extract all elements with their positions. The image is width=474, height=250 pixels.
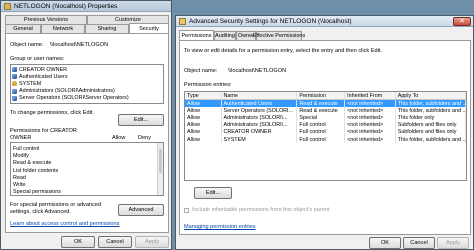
permission-row: Read <box>13 174 26 181</box>
user-item[interactable]: Server Operators (SOLORI\Server Operator… <box>11 95 163 102</box>
inherit-text: Include inheritable permissions from thi… <box>192 207 330 213</box>
user-item[interactable]: Authenticated Users <box>11 73 163 80</box>
adv-cancel-button[interactable]: Cancel <box>403 237 435 249</box>
tab-network[interactable]: Network <box>41 24 85 33</box>
folder-icon <box>4 2 11 10</box>
advanced-button[interactable]: Advanced <box>118 204 164 216</box>
permissions-list[interactable]: Full control Modify Read & execute List … <box>10 142 164 196</box>
permissions-panel: To view or edit details for a permission… <box>179 40 471 235</box>
properties-titlebar[interactable]: NETLOGON (\\localhost) Properties <box>1 1 171 12</box>
user-item[interactable]: SYSTEM <box>11 80 163 87</box>
properties-title: NETLOGON (\\localhost) Properties <box>14 2 118 10</box>
permissions-scrollbar[interactable] <box>157 143 163 195</box>
tab-permissions[interactable]: Permissions <box>179 30 214 40</box>
properties-window: NETLOGON (\\localhost) Properties Previo… <box>0 0 172 250</box>
permission-row: Write <box>13 182 26 189</box>
col-inherited-from[interactable]: Inherited From <box>345 92 396 99</box>
deny-header: Deny <box>138 135 152 141</box>
change-permissions-text: To change permissions, click Edit. <box>10 110 94 116</box>
group-icon <box>12 67 17 73</box>
permission-entries-table[interactable]: Type Name Permission Inherited From Appl… <box>184 91 467 181</box>
group-label: Group or user names: <box>10 56 65 62</box>
learn-link[interactable]: Learn about access control and permissio… <box>10 221 119 227</box>
adv-edit-button[interactable]: Edit... <box>194 187 232 199</box>
advanced-window: Advanced Security Settings for NETLOGON … <box>175 15 474 250</box>
ok-button[interactable]: OK <box>61 236 95 248</box>
manage-link[interactable]: Managing permission entries <box>184 224 256 230</box>
tab-sharing[interactable]: Sharing <box>85 24 129 33</box>
table-row[interactable]: Allow Server Operators (SOLORI... Read & e… <box>185 107 466 115</box>
apply-button: Apply <box>135 236 169 248</box>
table-row[interactable]: Allow SYSTEM Full control <not inherited> Th… <box>185 135 466 144</box>
col-permission[interactable]: Permission <box>297 92 346 99</box>
scrollbar-thumb[interactable] <box>159 149 162 173</box>
permission-row: Special permissions <box>13 189 61 196</box>
close-icon[interactable]: ✕ <box>453 17 471 26</box>
security-panel: Object name: \\localhost\NETLOGON Group … <box>5 33 169 233</box>
edit-button[interactable]: Edit... <box>118 114 164 126</box>
permissions-for-label-owner: OWNER <box>10 135 32 141</box>
permission-row: Full control <box>13 145 40 152</box>
permissions-for-label: Permissions for CREATOR <box>10 128 77 134</box>
table-header: Type Name Permission Inherited From Appl… <box>185 92 466 100</box>
table-row[interactable]: Allow Administrators (SOLORI\... Full cont… <box>185 121 466 129</box>
table-row[interactable]: Allow Authenticated Users Read & execute <n… <box>185 100 466 108</box>
user-list[interactable]: CREATOR OWNER Authenticated Users SYSTEM… <box>10 64 164 104</box>
group-icon <box>12 74 17 80</box>
advanced-title: Advanced Security Settings for NETLOGON … <box>189 17 352 25</box>
object-name-label: Object name: <box>10 42 44 48</box>
allow-header: Allow <box>112 135 126 141</box>
inherit-checkbox[interactable] <box>184 208 189 213</box>
permission-row: List folder contents <box>13 167 59 174</box>
adv-object-name-value: \\localhost\NETLOGON <box>228 68 287 74</box>
tab-effective-permissions[interactable]: Effective Permissions <box>253 31 305 40</box>
col-type[interactable]: Type <box>185 92 222 99</box>
adv-object-name-label: Object name: <box>184 68 218 74</box>
info-text: To view or edit details for a permission… <box>184 48 382 54</box>
permission-row: Read & execute <box>13 160 52 167</box>
cancel-button[interactable]: Cancel <box>98 236 132 248</box>
user-icon <box>12 81 17 87</box>
tab-general[interactable]: General <box>5 24 41 33</box>
shield-icon <box>179 17 186 25</box>
col-name[interactable]: Name <box>222 92 298 99</box>
group-icon <box>12 95 17 101</box>
tab-previous-versions[interactable]: Previous Versions <box>5 15 87 24</box>
user-item[interactable]: Administrators (SOLORI\Administrators) <box>11 88 163 95</box>
object-name-value: \\localhost\NETLOGON <box>50 42 109 48</box>
user-item[interactable]: CREATOR OWNER <box>11 66 163 73</box>
adv-apply-button: Apply <box>437 237 469 249</box>
special-permissions-text: For special permissions or advanced sett… <box>10 202 102 215</box>
advanced-titlebar[interactable]: Advanced Security Settings for NETLOGON … <box>176 16 473 27</box>
adv-ok-button[interactable]: OK <box>369 237 401 249</box>
permission-row: Modify <box>13 152 29 159</box>
group-icon <box>12 88 17 94</box>
table-row[interactable]: Allow CREATOR OWNER Full control <not inher… <box>185 128 466 136</box>
table-row[interactable]: Allow Administrators (SOLORI\... Special <n… <box>185 114 466 122</box>
entries-label: Permission entries: <box>184 82 232 88</box>
col-apply-to[interactable]: Apply To <box>396 92 466 99</box>
tab-auditing[interactable]: Auditing <box>214 31 236 40</box>
tab-security[interactable]: Security <box>129 23 169 33</box>
